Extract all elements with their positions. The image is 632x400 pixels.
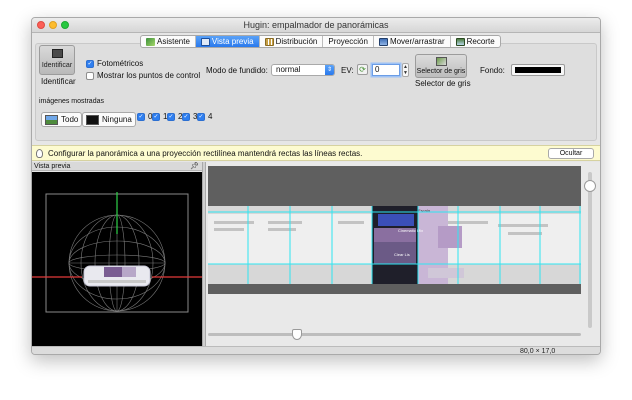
- monitor-icon: [200, 37, 210, 46]
- background-color-swatch: [515, 67, 561, 73]
- black-frame-icon: [86, 114, 99, 125]
- tab-label: Recorte: [466, 37, 495, 46]
- mock-title-text: Cinematic Mix: [398, 228, 423, 233]
- show-all-label: Todo: [61, 115, 79, 124]
- panorama-preview-canvas[interactable]: Cinematic Mix Escala Clear Lis: [208, 166, 581, 294]
- tab-label: Mover/arrastrar: [389, 37, 445, 46]
- move-icon: [378, 37, 388, 46]
- tab-label: Distribución: [275, 37, 318, 46]
- hugin-window: Hugin: empalmador de panorámicas Asisten…: [31, 17, 601, 355]
- wand-icon: [146, 37, 155, 46]
- tab-proyeccion[interactable]: Proyección: [323, 36, 374, 47]
- window-title: Hugin: empalmador de panorámicas: [243, 20, 389, 30]
- blend-mode-label: Modo de fundido:: [206, 66, 268, 75]
- background-label: Fondo:: [480, 66, 505, 75]
- info-bar: Configurar la panorámica a una proyecció…: [32, 145, 600, 161]
- preview-area: Cinematic Mix Escala Clear Lis: [206, 162, 600, 346]
- checkbox-mark: ✓: [86, 59, 94, 68]
- show-none-label: Ninguna: [102, 115, 132, 124]
- image-3-checkbox[interactable]: ✓ 3: [182, 112, 197, 121]
- photometric-checkbox[interactable]: ✓ Fotométricos: [86, 59, 143, 68]
- grey-selector-button-label: Selector de gris: [416, 68, 466, 75]
- image-0-checkbox[interactable]: ✓ 0: [137, 112, 152, 121]
- checkbox-mark: [86, 71, 94, 80]
- grey-selector-label: Selector de gris: [415, 79, 471, 88]
- blend-mode-select[interactable]: normal ⇕: [271, 64, 335, 76]
- panorama-image: Cinematic Mix Escala Clear Lis: [208, 206, 581, 284]
- horizontal-slider-knob[interactable]: [292, 329, 302, 340]
- tab-vista-previa[interactable]: Vista previa: [195, 36, 260, 47]
- pin-icon[interactable]: 📌︎: [190, 162, 199, 171]
- lightbulb-icon: [36, 149, 43, 158]
- image-1-checkbox[interactable]: ✓ 1: [152, 112, 167, 121]
- show-none-button[interactable]: Ninguna: [82, 112, 136, 127]
- vertical-slider-knob[interactable]: [584, 180, 596, 192]
- identify-button-label: Identificar: [41, 62, 73, 69]
- tab-recorte[interactable]: Recorte: [451, 36, 500, 47]
- tab-label: Asistente: [157, 37, 190, 46]
- control-points-checkbox[interactable]: Mostrar los puntos de control: [86, 71, 200, 80]
- landscape-icon: [45, 114, 58, 125]
- overview-sphere-canvas[interactable]: [32, 172, 202, 346]
- fov-vertical-slider[interactable]: [584, 172, 596, 328]
- tab-asistente[interactable]: Asistente: [141, 36, 196, 47]
- tab-bar: Asistente Vista previa Distribución Proy…: [140, 35, 501, 48]
- image-4-label: 4: [208, 112, 213, 121]
- chevron-updown-icon: ⇕: [325, 65, 334, 75]
- tab-distribucion[interactable]: Distribución: [260, 36, 324, 47]
- identify-label: Identificar: [41, 77, 76, 86]
- photometric-label: Fotométricos: [97, 59, 144, 68]
- mock-footer-text: Clear Lis: [394, 252, 410, 257]
- sphere-diagram: [32, 192, 202, 313]
- eyedropper-icon: [436, 57, 447, 66]
- tab-label: Vista previa: [211, 37, 254, 46]
- fov-horizontal-slider[interactable]: [208, 329, 581, 340]
- checkbox-mark: ✓: [182, 112, 190, 121]
- status-bar: 80,0 × 17,0: [32, 346, 600, 355]
- identify-button[interactable]: Identificar: [39, 45, 75, 75]
- image-2-checkbox[interactable]: ✓ 2: [167, 112, 182, 121]
- ev-reset-icon[interactable]: ⟳: [357, 64, 368, 75]
- info-message: Configurar la panorámica a una proyecció…: [48, 149, 363, 158]
- ev-input[interactable]: 0: [372, 64, 400, 76]
- ev-label: EV:: [341, 66, 354, 75]
- checkbox-mark: ✓: [167, 112, 175, 121]
- grid-icon: [264, 37, 274, 46]
- tab-mover-arrastrar[interactable]: Mover/arrastrar: [374, 36, 451, 47]
- blend-mode-value: normal: [276, 65, 301, 74]
- preview-panel-title: Vista previa: [34, 163, 71, 170]
- image-4-checkbox[interactable]: ✓ 4: [197, 112, 212, 121]
- identify-icon: [52, 49, 63, 58]
- ev-stepper[interactable]: ▲ ▼: [402, 63, 409, 77]
- preview-panel-header: Vista previa 📌︎: [32, 162, 202, 171]
- fov-readout: 80,0 × 17,0: [520, 348, 556, 355]
- hide-info-button[interactable]: Ocultar: [548, 148, 594, 159]
- crop-icon: [455, 37, 465, 46]
- images-section-title: imágenes mostradas: [39, 98, 104, 105]
- show-all-button[interactable]: Todo: [41, 112, 83, 127]
- checkbox-mark: ✓: [197, 112, 205, 121]
- grey-selector-button[interactable]: Selector de gris: [415, 54, 467, 78]
- background-color-picker[interactable]: [511, 64, 565, 76]
- control-points-label: Mostrar los puntos de control: [97, 71, 201, 80]
- checkbox-mark: ✓: [152, 112, 160, 121]
- title-bar: Hugin: empalmador de panorámicas: [32, 18, 600, 33]
- tab-label: Proyección: [328, 37, 368, 46]
- checkbox-mark: ✓: [137, 112, 145, 121]
